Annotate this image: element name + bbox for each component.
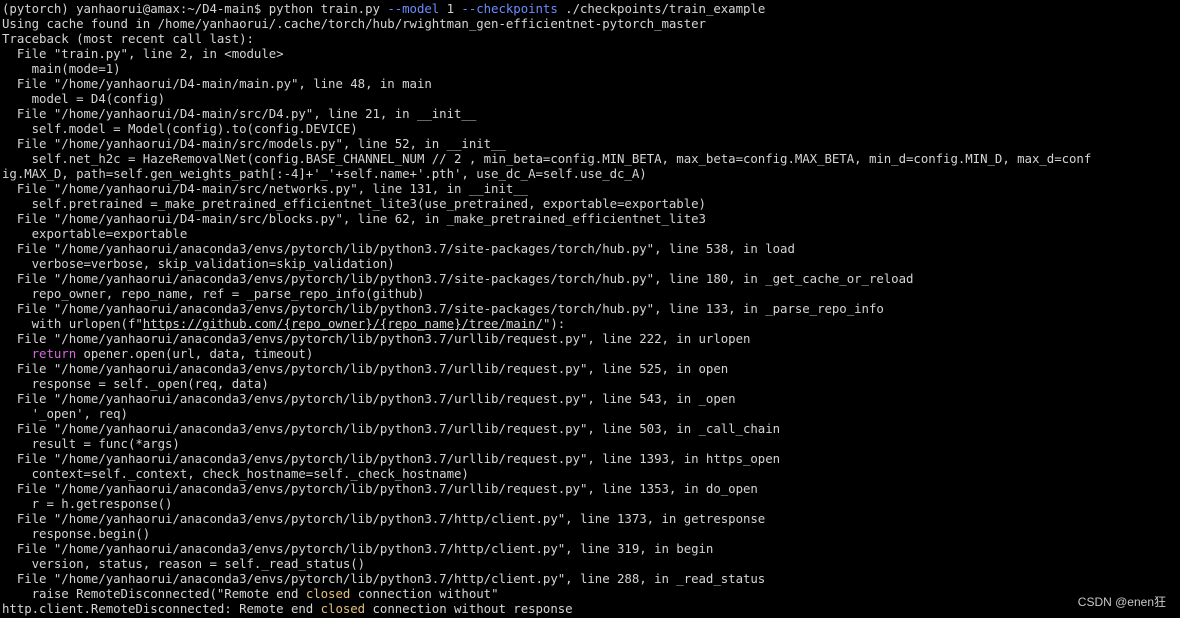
terminal-text: --checkpoints — [461, 1, 558, 16]
terminal-line: main(mode=1) — [2, 61, 121, 76]
terminal-text: '_open', req) — [2, 406, 128, 421]
terminal-text: ./checkpoints/train_example — [557, 1, 766, 16]
terminal-line: File "/home/yanhaorui/anaconda3/envs/pyt… — [2, 301, 884, 316]
terminal-text: response = self._open(req, data) — [2, 376, 269, 391]
terminal-line: File "/home/yanhaorui/anaconda3/envs/pyt… — [2, 421, 780, 436]
terminal-text: "): — [542, 316, 566, 331]
terminal-text: File "/home/yanhaorui/D4-main/src/D4.py"… — [2, 106, 477, 121]
terminal-text: File "/home/yanhaorui/anaconda3/envs/pyt… — [2, 481, 758, 496]
terminal-text: Using cache found in /home/yanhaorui/.ca… — [2, 16, 706, 31]
terminal-text: opener.open(url, data, timeout) — [76, 346, 314, 361]
terminal-text: connection without" — [350, 586, 499, 601]
terminal-text: raise RemoteDisconnected("Remote end — [2, 586, 306, 601]
terminal-line: File "/home/yanhaorui/D4-main/src/networ… — [2, 181, 528, 196]
terminal-text: with urlopen(f" — [2, 316, 143, 331]
terminal-line: File "/home/yanhaorui/D4-main/main.py", … — [2, 76, 432, 91]
terminal-line: File "/home/yanhaorui/anaconda3/envs/pyt… — [2, 451, 780, 466]
terminal-line: File "/home/yanhaorui/D4-main/src/blocks… — [2, 211, 706, 226]
terminal-text: r = h.getresponse() — [2, 496, 173, 511]
terminal-line: ig.MAX_D, path=self.gen_weights_path[:-4… — [2, 166, 647, 181]
terminal-line: Using cache found in /home/yanhaorui/.ca… — [2, 16, 706, 31]
terminal-text: http.client.RemoteDisconnected: Remote e… — [2, 601, 321, 616]
terminal-text: File "/home/yanhaorui/anaconda3/envs/pyt… — [2, 571, 766, 586]
terminal-text: closed — [305, 586, 351, 601]
terminal-line: '_open', req) — [2, 406, 128, 421]
terminal-line: self.model = Model(config).to(config.DEV… — [2, 121, 358, 136]
terminal-text: Traceback (most recent call last): — [2, 31, 254, 46]
terminal-line: File "/home/yanhaorui/anaconda3/envs/pyt… — [2, 541, 714, 556]
terminal-text: 1 — [439, 1, 462, 16]
terminal-line: File "/home/yanhaorui/anaconda3/envs/pyt… — [2, 481, 758, 496]
terminal-text: version, status, reason = self._read_sta… — [2, 556, 366, 571]
terminal-line: exportable=exportable — [2, 226, 188, 241]
terminal-text: File "/home/yanhaorui/anaconda3/envs/pyt… — [2, 511, 766, 526]
terminal-text: repo_owner, repo_name, ref = _parse_repo… — [2, 286, 425, 301]
terminal-text: File "/home/yanhaorui/anaconda3/envs/pyt… — [2, 271, 914, 286]
terminal-line: File "/home/yanhaorui/anaconda3/envs/pyt… — [2, 571, 765, 586]
terminal-line: File "/home/yanhaorui/anaconda3/envs/pyt… — [2, 361, 728, 376]
terminal-text: connection without response — [365, 601, 573, 616]
terminal-line: result = func(*args) — [2, 436, 180, 451]
terminal-text: File "train.py", line 2, in <module> — [2, 46, 284, 61]
terminal-text: File "/home/yanhaorui/anaconda3/envs/pyt… — [2, 361, 729, 376]
terminal-line: File "/home/yanhaorui/anaconda3/envs/pyt… — [2, 271, 914, 286]
terminal-line: self.pretrained =_make_pretrained_effici… — [2, 196, 706, 211]
url-link[interactable]: https://github.com/{repo_owner}/{repo_na… — [143, 316, 543, 331]
terminal-text: ig.MAX_D, path=self.gen_weights_path[:-4… — [2, 166, 647, 181]
terminal-text: File "/home/yanhaorui/anaconda3/envs/pyt… — [2, 301, 884, 316]
terminal-text: return — [31, 346, 77, 361]
terminal-line: File "train.py", line 2, in <module> — [2, 46, 284, 61]
terminal-line: File "/home/yanhaorui/D4-main/src/D4.py"… — [2, 106, 476, 121]
terminal-text: File "/home/yanhaorui/anaconda3/envs/pyt… — [2, 421, 781, 436]
terminal-line: File "/home/yanhaorui/anaconda3/envs/pyt… — [2, 331, 751, 346]
terminal-text: result = func(*args) — [2, 436, 180, 451]
terminal-line: (pytorch) yanhaorui@amax:~/D4-main$ pyth… — [2, 1, 765, 16]
terminal-text: File "/home/yanhaorui/anaconda3/envs/pyt… — [2, 241, 795, 256]
terminal-window[interactable]: (pytorch) yanhaorui@amax:~/D4-main$ pyth… — [0, 0, 1180, 618]
terminal-text: model = D4(config) — [2, 91, 166, 106]
terminal-text: context=self._context, check_hostname=se… — [2, 466, 469, 481]
terminal-text: File "/home/yanhaorui/D4-main/main.py", … — [2, 76, 432, 91]
terminal-text: File "/home/yanhaorui/anaconda3/envs/pyt… — [2, 331, 751, 346]
terminal-text: exportable=exportable — [2, 226, 188, 241]
terminal-text: closed — [320, 601, 366, 616]
terminal-line: repo_owner, repo_name, ref = _parse_repo… — [2, 286, 425, 301]
terminal-line: File "/home/yanhaorui/anaconda3/envs/pyt… — [2, 391, 736, 406]
terminal-text: self.pretrained =_make_pretrained_effici… — [2, 196, 706, 211]
terminal-text: File "/home/yanhaorui/anaconda3/envs/pyt… — [2, 451, 781, 466]
terminal-text: File "/home/yanhaorui/D4-main/src/networ… — [2, 181, 529, 196]
terminal-line: model = D4(config) — [2, 91, 165, 106]
terminal-line: Traceback (most recent call last): — [2, 31, 254, 46]
terminal-line: context=self._context, check_hostname=se… — [2, 466, 469, 481]
terminal-text: File "/home/yanhaorui/D4-main/src/models… — [2, 136, 506, 151]
terminal-line: version, status, reason = self._read_sta… — [2, 556, 366, 571]
terminal-text: File "/home/yanhaorui/D4-main/src/blocks… — [2, 211, 706, 226]
terminal-text: (pytorch) yanhaorui@amax:~/D4-main$ pyth… — [2, 1, 388, 16]
terminal-line: with urlopen(f"https://github.com/{repo_… — [2, 316, 566, 331]
terminal-text: --model — [387, 1, 440, 16]
terminal-line: verbose=verbose, skip_validation=skip_va… — [2, 256, 395, 271]
terminal-text: self.net_h2c = HazeRemovalNet(config.BAS… — [2, 151, 1092, 166]
watermark: CSDN @enen狂 — [1077, 595, 1166, 609]
terminal-text: response.begin() — [2, 526, 151, 541]
terminal-text: main(mode=1) — [2, 61, 121, 76]
terminal-line: File "/home/yanhaorui/anaconda3/envs/pyt… — [2, 241, 795, 256]
terminal-text: File "/home/yanhaorui/anaconda3/envs/pyt… — [2, 391, 736, 406]
terminal-text: File "/home/yanhaorui/anaconda3/envs/pyt… — [2, 541, 714, 556]
terminal-line: response.begin() — [2, 526, 151, 541]
terminal-text: self.model = Model(config).to(config.DEV… — [2, 121, 358, 136]
terminal-line: raise RemoteDisconnected("Remote end clo… — [2, 586, 499, 601]
terminal-line: File "/home/yanhaorui/anaconda3/envs/pyt… — [2, 511, 765, 526]
terminal-line: r = h.getresponse() — [2, 496, 173, 511]
terminal-line: self.net_h2c = HazeRemovalNet(config.BAS… — [2, 151, 1092, 166]
terminal-line: File "/home/yanhaorui/D4-main/src/models… — [2, 136, 506, 151]
terminal-line: response = self._open(req, data) — [2, 376, 269, 391]
terminal-line: return opener.open(url, data, timeout) — [2, 346, 314, 361]
terminal-text: verbose=verbose, skip_validation=skip_va… — [2, 256, 395, 271]
terminal-line: http.client.RemoteDisconnected: Remote e… — [2, 601, 573, 616]
